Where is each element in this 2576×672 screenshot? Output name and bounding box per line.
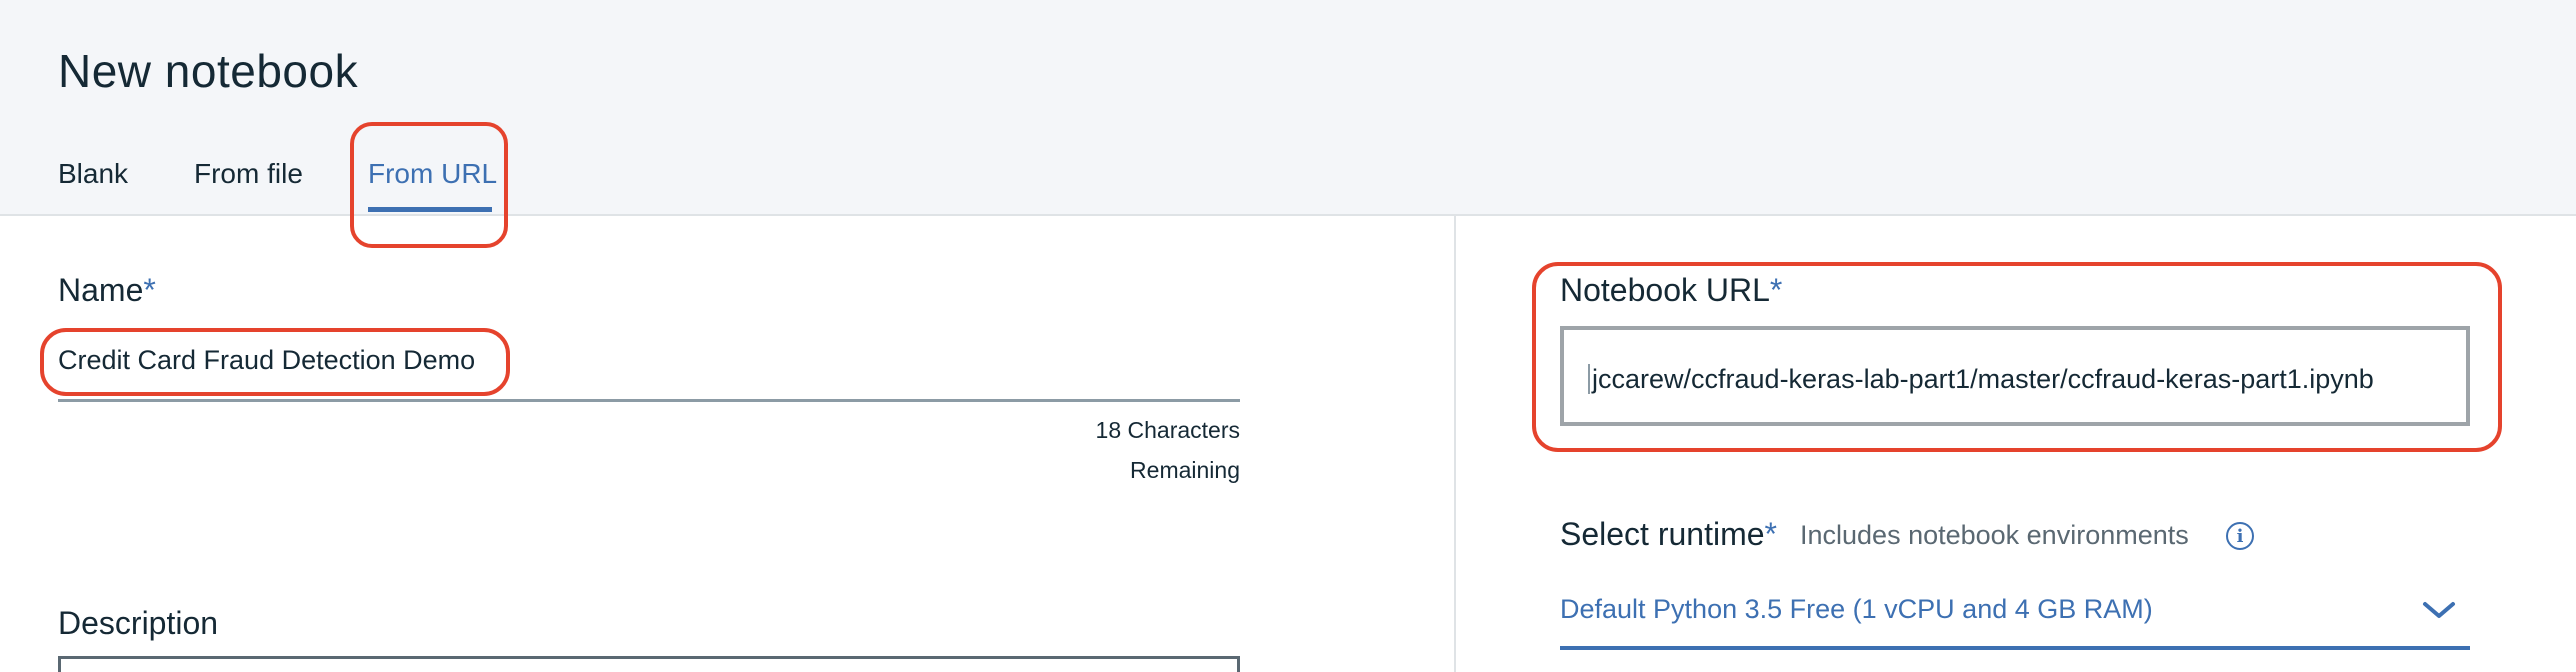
description-textarea[interactable] (58, 656, 1240, 672)
required-marker: * (143, 272, 156, 308)
notebook-url-value: jccarew/ccfraud-keras-lab-part1/master/c… (1592, 364, 2374, 394)
page-title: New notebook (58, 45, 359, 97)
runtime-select[interactable]: Default Python 3.5 Free (1 vCPU and 4 GB… (1560, 588, 2470, 650)
required-marker: * (1769, 272, 1783, 308)
notebook-url-label: Notebook URL* (1560, 272, 1782, 309)
notebook-url-input[interactable]: jccarew/ccfraud-keras-lab-part1/master/c… (1560, 326, 2470, 426)
description-label: Description (58, 605, 219, 641)
chevron-down-icon (2423, 602, 2455, 618)
runtime-label-text: Select runtime (1560, 516, 1765, 552)
runtime-selected-value: Default Python 3.5 Free (1 vCPU and 4 GB… (1560, 594, 2153, 624)
name-input[interactable]: Credit Card Fraud Detection Demo (58, 345, 475, 376)
info-icon[interactable]: i (2226, 522, 2254, 550)
name-label: Name* (58, 272, 156, 309)
character-counter-count: 18 Characters (1095, 417, 1240, 443)
page-header: New notebook Blank From file From URL (0, 0, 2576, 216)
notebook-url-label-text: Notebook URL (1560, 272, 1770, 308)
tab-blank[interactable]: Blank (58, 158, 128, 190)
runtime-label: Select runtime* (1560, 516, 1777, 553)
name-input-underline (58, 399, 1240, 402)
required-marker: * (1764, 516, 1777, 552)
character-counter: 18 Characters Remaining (980, 410, 1240, 490)
runtime-hint: Includes notebook environments (1800, 520, 2189, 550)
tab-from-file[interactable]: From file (194, 158, 303, 190)
text-cursor (1588, 364, 1590, 394)
name-label-text: Name (58, 272, 144, 308)
character-counter-suffix: Remaining (1130, 457, 1240, 483)
active-tab-indicator (368, 207, 492, 212)
column-divider (1454, 216, 1456, 672)
tab-from-url[interactable]: From URL (368, 158, 497, 190)
